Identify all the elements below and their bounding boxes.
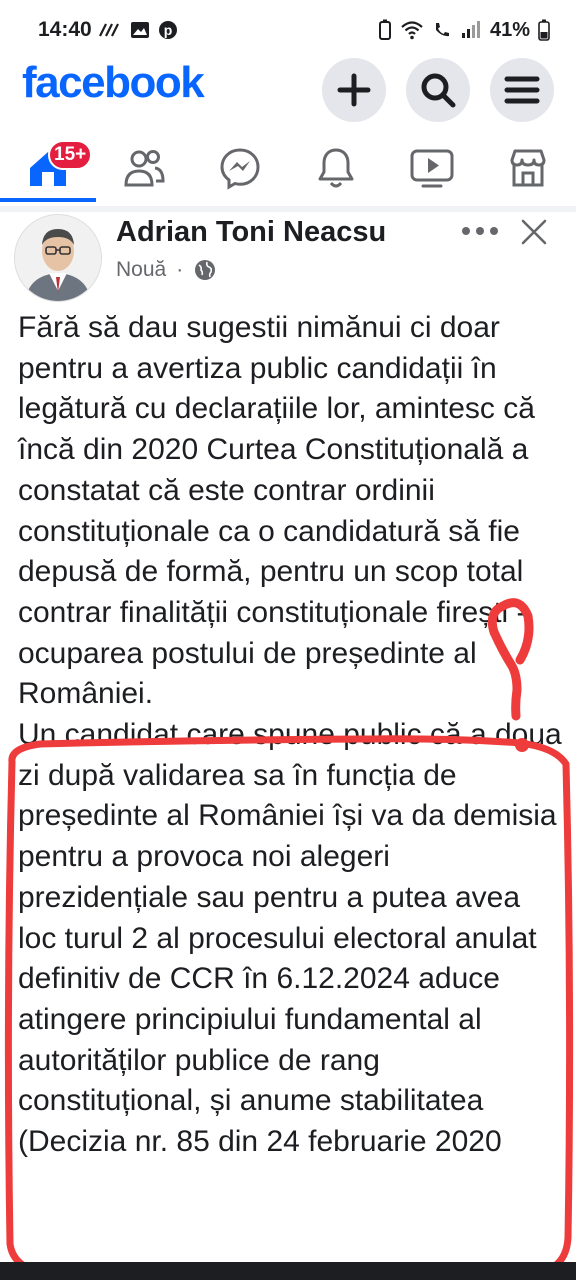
avatar-illustration	[15, 215, 101, 301]
status-notification-icons: p	[98, 18, 178, 42]
tab-video[interactable]	[384, 136, 480, 200]
search-button[interactable]	[406, 58, 470, 122]
marketplace-icon	[510, 149, 546, 187]
pinterest-icon: p	[159, 21, 177, 39]
close-icon	[521, 219, 547, 245]
post-author-name[interactable]: Adrian Toni Neacsu	[116, 216, 386, 249]
status-time: 14:40	[38, 18, 92, 41]
post-paragraph-2: Un candidat care spune public că a doua …	[18, 718, 571, 1159]
wifi-call-icon	[435, 23, 449, 37]
tab-notifications[interactable]	[288, 136, 384, 200]
more-options-icon	[462, 227, 498, 235]
post-options-button[interactable]	[458, 216, 502, 246]
tab-home[interactable]: 15+	[0, 136, 96, 200]
hide-post-button[interactable]	[514, 212, 554, 252]
system-navigation-bar	[0, 1262, 576, 1280]
notifications-icon	[318, 148, 354, 188]
post-time[interactable]: Nouă	[116, 258, 166, 282]
signal-activity-icon	[99, 23, 119, 37]
facebook-logo[interactable]: facebook	[22, 58, 205, 108]
feed-divider	[0, 206, 576, 212]
post-meta: Nouă ·	[116, 258, 217, 282]
battery-percent: 41%	[489, 18, 530, 41]
active-tab-indicator	[0, 198, 96, 202]
status-system-icons: 41%	[378, 18, 550, 42]
search-icon	[421, 73, 456, 108]
battery-saver-icon	[378, 19, 391, 40]
hamburger-menu-icon	[504, 76, 540, 104]
post-paragraph-1: Fără să dau sugestii nimănui ci doar pen…	[18, 311, 544, 711]
battery-icon	[538, 19, 550, 41]
tab-messenger[interactable]	[192, 136, 288, 200]
wifi-icon	[401, 21, 423, 40]
friends-icon	[124, 150, 165, 187]
meta-separator: ·	[176, 258, 184, 281]
globe-icon	[195, 260, 216, 280]
tab-marketplace[interactable]	[480, 136, 576, 200]
post-text: Fără să dau sugestii nimănui ci doar pen…	[18, 308, 566, 1163]
cell-signal-icon	[461, 21, 480, 38]
author-avatar[interactable]	[14, 214, 102, 302]
menu-button[interactable]	[490, 58, 554, 122]
tab-bar: 15+	[0, 136, 576, 200]
video-icon	[410, 149, 454, 188]
svg-text:p: p	[164, 22, 173, 38]
gallery-icon	[131, 22, 149, 38]
notification-badge: 15+	[48, 140, 93, 170]
plus-icon	[337, 73, 371, 107]
tab-friends[interactable]	[96, 136, 192, 200]
messenger-icon	[220, 148, 260, 190]
status-bar: 14:40 p 41%	[0, 0, 576, 56]
create-button[interactable]	[322, 58, 386, 122]
